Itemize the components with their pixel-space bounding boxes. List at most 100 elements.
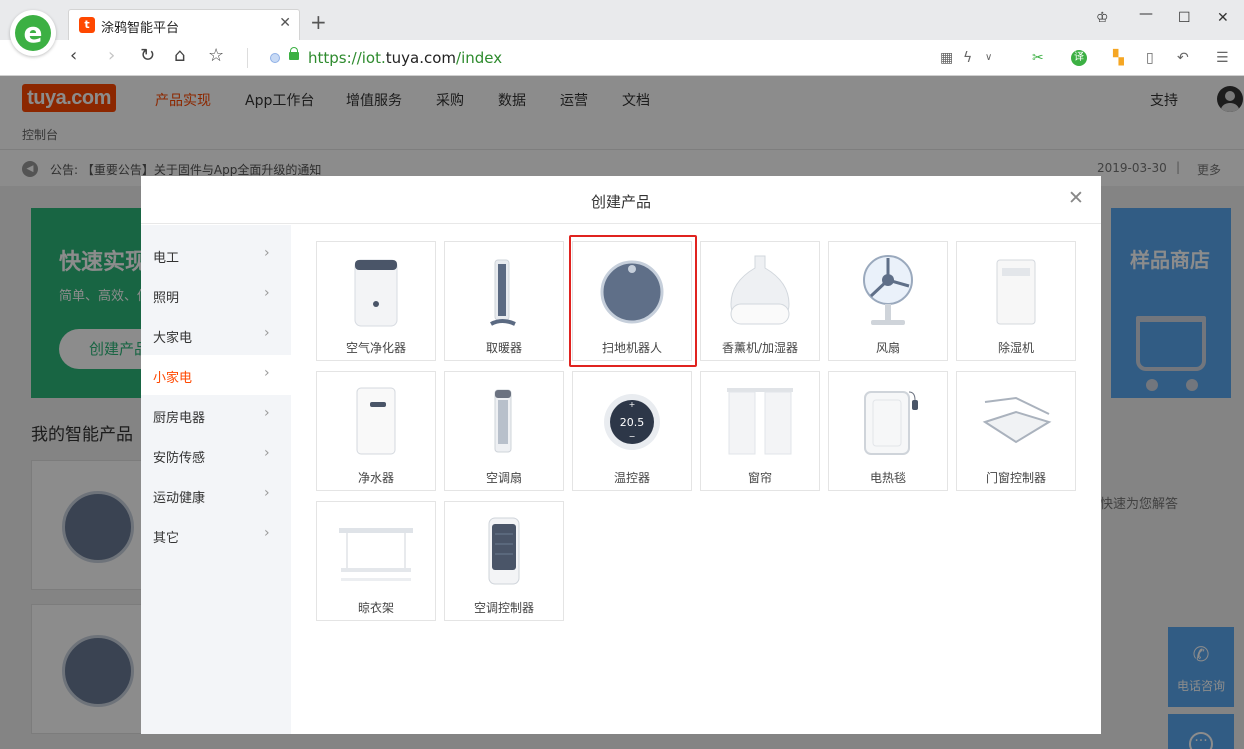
product-air-purifier[interactable]: 空气净化器 (316, 241, 436, 361)
product-clothes-rack[interactable]: 晾衣架 (316, 501, 436, 621)
ac-controller-icon (488, 517, 520, 585)
category-label: 安防传感 (153, 451, 206, 466)
product-name: 晾衣架 (357, 601, 394, 615)
create-product-modal: 创建产品 ✕ 电工 › 照明 › 大家电 › 小家电 › 厨房电器 › 安防传感 › 运动健… (141, 176, 1101, 734)
minimize-icon[interactable]: — (1139, 6, 1153, 22)
category-label: 运动健康 (153, 491, 206, 506)
thermostat-plus: + (629, 400, 636, 409)
category-health[interactable]: 运动健康 › (141, 475, 291, 515)
fan-icon (863, 255, 913, 325)
chevron-right-icon: › (264, 405, 270, 421)
apps-icon[interactable]: ▚ (1113, 50, 1124, 66)
window-controller-icon (982, 396, 1052, 444)
address-bar[interactable]: https://iot.tuya.com/index (308, 49, 502, 67)
category-label: 大家电 (153, 331, 193, 346)
browser-tabbar: t 涂鸦智能平台 ✕ + ♔ — ☐ ✕ (0, 0, 1244, 40)
chevron-right-icon: › (264, 325, 270, 341)
electric-blanket-icon (864, 391, 918, 455)
category-label: 电工 (153, 251, 180, 266)
thermostat-icon: + 20.5 − (604, 394, 660, 450)
product-fan[interactable]: 风扇 (828, 241, 948, 361)
product-name: 香薰机/加湿器 (721, 341, 799, 355)
maximize-icon[interactable]: ☐ (1178, 10, 1191, 26)
product-name: 空调扇 (485, 471, 522, 485)
browser-navbar: ‹ › ↻ ⌂ ☆ https://iot.tuya.com/index ▦ ϟ… (0, 40, 1244, 76)
product-name: 除湿机 (997, 341, 1034, 355)
category-label: 小家电 (153, 371, 193, 386)
curtain-icon (727, 388, 793, 455)
browser-tab[interactable]: t 涂鸦智能平台 ✕ (68, 9, 300, 40)
thermostat-display: 20.5 (620, 416, 645, 429)
close-icon[interactable]: ✕ (1066, 188, 1086, 208)
chevron-right-icon: › (264, 445, 270, 461)
category-other[interactable]: 其它 › (141, 515, 291, 555)
product-name: 温控器 (613, 471, 650, 485)
browser-logo-glyph: e (15, 15, 51, 51)
undo-icon[interactable]: ↶ (1177, 50, 1189, 66)
chevron-right-icon: › (264, 525, 270, 541)
scissors-icon[interactable]: ✂ (1032, 50, 1044, 66)
grid-icon[interactable]: ▦ (940, 50, 953, 66)
new-tab-icon[interactable]: + (310, 12, 327, 32)
water-purifier-icon (356, 387, 396, 455)
category-label: 厨房电器 (153, 411, 206, 426)
360-browser-e-icon[interactable]: e (10, 10, 56, 56)
modal-header: 创建产品 ✕ (141, 176, 1101, 224)
category-label: 照明 (153, 291, 180, 306)
category-security[interactable]: 安防传感 › (141, 435, 291, 475)
category-small-appliance[interactable]: 小家电 › (141, 355, 291, 395)
product-name: 净水器 (357, 471, 394, 485)
product-grid: 空气净化器 取暖器 扫地机器人 香薰机/加湿器 风扇 除湿机 净水器 空调扇 +… (316, 241, 1081, 621)
forward-arrow-icon[interactable]: › (108, 47, 115, 65)
category-sidebar: 电工 › 照明 › 大家电 › 小家电 › 厨房电器 › 安防传感 › 运动健康 › 其它 › (141, 225, 291, 734)
heater-icon (490, 259, 516, 326)
star-icon[interactable]: ☆ (208, 47, 224, 65)
dehumidifier-icon (996, 259, 1036, 325)
chevron-right-icon: › (264, 245, 270, 261)
lock-icon (289, 47, 299, 60)
modal-title: 创建产品 (590, 193, 651, 211)
product-humidifier[interactable]: 香薰机/加湿器 (700, 241, 820, 361)
product-name: 空调控制器 (473, 601, 534, 615)
tablet-icon[interactable]: ▯ (1146, 50, 1154, 66)
chevron-right-icon: › (264, 485, 270, 501)
tab-title: 涂鸦智能平台 (101, 21, 180, 36)
url-divider (247, 48, 248, 68)
product-window-controller[interactable]: 门窗控制器 (956, 371, 1076, 491)
window-close-icon[interactable]: ✕ (1217, 10, 1229, 26)
air-purifier-icon (354, 259, 398, 327)
site-info-icon[interactable] (270, 53, 280, 63)
category-kitchen[interactable]: 厨房电器 › (141, 395, 291, 435)
product-ac-controller[interactable]: 空调控制器 (444, 501, 564, 621)
selected-product-highlight (569, 235, 697, 367)
category-label: 其它 (153, 531, 180, 546)
translate-icon[interactable]: 译 (1071, 50, 1087, 66)
product-name: 电热毯 (869, 471, 906, 485)
product-curtain[interactable]: 窗帘 (700, 371, 820, 491)
chevron-right-icon: › (264, 285, 270, 301)
product-heater[interactable]: 取暖器 (444, 241, 564, 361)
clothes-rack-icon (339, 528, 413, 581)
product-electric-blanket[interactable]: 电热毯 (828, 371, 948, 491)
skin-icon[interactable]: ♔ (1096, 10, 1109, 26)
category-lighting[interactable]: 照明 › (141, 275, 291, 315)
reload-icon[interactable]: ↻ (140, 47, 155, 65)
tab-close-icon[interactable]: ✕ (279, 15, 291, 31)
dropdown-icon[interactable]: ∨ (985, 52, 992, 63)
back-arrow-icon[interactable]: ‹ (70, 47, 77, 65)
product-dehumidifier[interactable]: 除湿机 (956, 241, 1076, 361)
lightning-icon[interactable]: ϟ (963, 50, 972, 66)
tuya-favicon-icon: t (79, 17, 95, 33)
product-name: 窗帘 (747, 471, 772, 485)
product-name: 取暖器 (485, 341, 522, 355)
product-thermostat[interactable]: + 20.5 − 温控器 (572, 371, 692, 491)
menu-icon[interactable]: ☰ (1216, 50, 1229, 66)
category-electrical[interactable]: 电工 › (141, 235, 291, 275)
home-icon[interactable]: ⌂ (174, 47, 185, 65)
category-large-appliance[interactable]: 大家电 › (141, 315, 291, 355)
product-water-purifier[interactable]: 净水器 (316, 371, 436, 491)
url-path: /index (456, 49, 503, 67)
product-air-cooler-fan[interactable]: 空调扇 (444, 371, 564, 491)
url-domain: tuya.com (385, 49, 457, 67)
thermostat-minus: − (629, 432, 636, 441)
